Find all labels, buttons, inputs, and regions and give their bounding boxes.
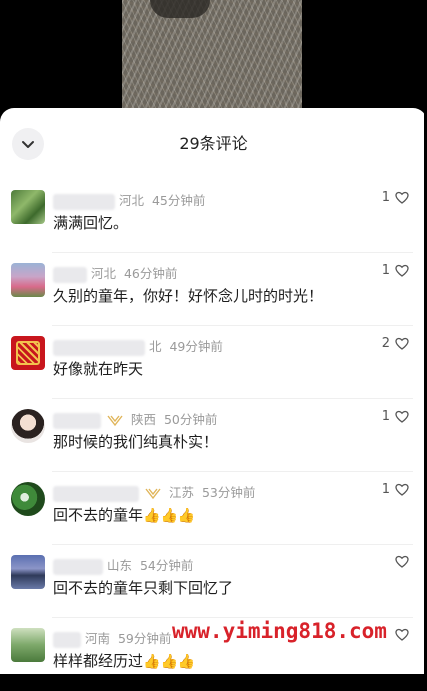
comment-item[interactable]: 北 49分钟前 好像就在昨天 2 — [0, 326, 427, 399]
comment-meta: 河北 46分钟前 — [53, 263, 178, 283]
comment-location: 陕西 — [130, 412, 156, 427]
like-button[interactable]: 2 — [382, 336, 409, 351]
comment-time: 59分钟前 — [117, 631, 172, 646]
username-redacted[interactable] — [53, 412, 101, 429]
comment-time: 53分钟前 — [201, 485, 256, 500]
comment-item[interactable]: 陕西 50分钟前 那时候的我们纯真朴实！ 1 — [0, 399, 427, 472]
comment-location: 江苏 — [168, 485, 194, 500]
heart-icon — [395, 555, 409, 568]
username-redacted[interactable] — [53, 558, 103, 575]
comment-text: 样样都经历过👍👍👍 — [53, 650, 195, 671]
avatar[interactable] — [11, 482, 45, 516]
video-shadow — [150, 0, 210, 18]
like-button[interactable] — [390, 628, 409, 641]
comment-time: 50分钟前 — [163, 412, 218, 427]
watermark-text: www.yiming818.com — [172, 619, 387, 643]
like-count: 1 — [381, 263, 390, 278]
comment-location: 河南 — [84, 631, 110, 646]
thumbs-up-emoji: 👍👍👍 — [143, 508, 196, 524]
username-redacted[interactable] — [53, 339, 145, 356]
heart-icon — [395, 410, 409, 423]
comment-text: 回不去的童年只剩下回忆了 — [53, 579, 234, 597]
comments-sheet: 29条评论 河北 45分钟前 满满回忆。 1 河北 46分钟前 久别的童年，你好… — [0, 108, 427, 674]
comment-item[interactable]: 江苏 53分钟前 回不去的童年👍👍👍 1 — [0, 472, 427, 545]
comment-meta: 北 49分钟前 — [53, 336, 223, 356]
comment-item[interactable]: 河北 46分钟前 久别的童年，你好！好怀念儿时的时光！ 1 — [0, 253, 427, 326]
username-redacted[interactable] — [53, 266, 87, 283]
sheet-header: 29条评论 — [0, 108, 427, 172]
comment-meta: 山东 54分钟前 — [53, 555, 194, 575]
comment-meta: 河南 59分钟前 — [53, 628, 172, 648]
like-count: 2 — [381, 336, 390, 351]
username-redacted[interactable] — [53, 485, 139, 502]
like-button[interactable]: 1 — [382, 263, 409, 278]
comment-location: 北 — [148, 339, 162, 354]
sheet-title: 29条评论 — [179, 134, 248, 153]
like-button[interactable]: 1 — [382, 482, 409, 497]
thumbs-up-emoji: 👍👍👍 — [143, 654, 196, 670]
comment-meta: 陕西 50分钟前 — [53, 409, 218, 429]
comment-time: 54分钟前 — [139, 558, 194, 573]
video-frame — [122, 0, 302, 120]
comment-time: 49分钟前 — [169, 339, 223, 354]
video-preview[interactable] — [0, 0, 427, 120]
comment-meta: 江苏 53分钟前 — [53, 482, 256, 502]
seal-logo — [16, 341, 40, 365]
like-button[interactable]: 1 — [382, 409, 409, 424]
comment-location: 河北 — [118, 193, 144, 208]
like-count: 1 — [381, 190, 390, 205]
like-button[interactable] — [390, 555, 409, 568]
heart-icon — [395, 191, 409, 204]
comment-time: 45分钟前 — [151, 193, 206, 208]
comment-location: 山东 — [106, 558, 132, 573]
comment-text: 回不去的童年👍👍👍 — [53, 504, 195, 525]
comment-item[interactable]: 河北 45分钟前 满满回忆。 1 — [0, 180, 427, 253]
avatar[interactable] — [11, 336, 45, 370]
comment-meta: 河北 45分钟前 — [53, 190, 206, 210]
comment-text: 久别的童年，你好！好怀念儿时的时光！ — [53, 287, 324, 305]
badge-icon — [145, 488, 161, 499]
avatar[interactable] — [11, 263, 45, 297]
heart-icon — [395, 628, 409, 641]
comment-time: 46分钟前 — [123, 266, 178, 281]
like-count: 1 — [381, 409, 390, 424]
like-button[interactable]: 1 — [382, 190, 409, 205]
comment-text-body: 样样都经历过 — [53, 652, 144, 670]
comment-list: 河北 45分钟前 满满回忆。 1 河北 46分钟前 久别的童年，你好！好怀念儿时… — [0, 180, 427, 691]
comment-text: 那时候的我们纯真朴实！ — [53, 433, 219, 451]
heart-icon — [395, 337, 409, 350]
username-redacted[interactable] — [53, 193, 115, 210]
comment-location: 河北 — [90, 266, 116, 281]
heart-icon — [395, 483, 409, 496]
avatar[interactable] — [11, 555, 45, 589]
comment-text: 满满回忆。 — [53, 214, 129, 232]
comment-item[interactable]: 山东 54分钟前 回不去的童年只剩下回忆了 — [0, 545, 427, 618]
comment-text: 好像就在昨天 — [53, 360, 144, 378]
like-count: 1 — [381, 482, 390, 497]
avatar[interactable] — [11, 628, 45, 662]
avatar[interactable] — [11, 190, 45, 224]
badge-icon — [107, 415, 123, 426]
username-redacted[interactable] — [53, 631, 81, 648]
avatar[interactable] — [11, 409, 45, 443]
comment-text-body: 回不去的童年 — [53, 506, 144, 524]
heart-icon — [395, 264, 409, 277]
